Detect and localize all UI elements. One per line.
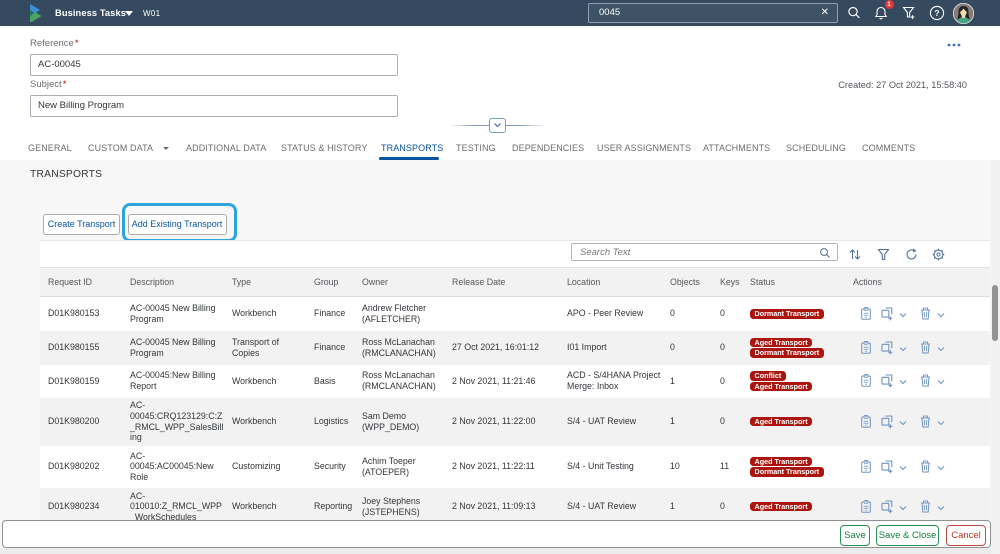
svg-text:?: ?	[934, 8, 939, 18]
